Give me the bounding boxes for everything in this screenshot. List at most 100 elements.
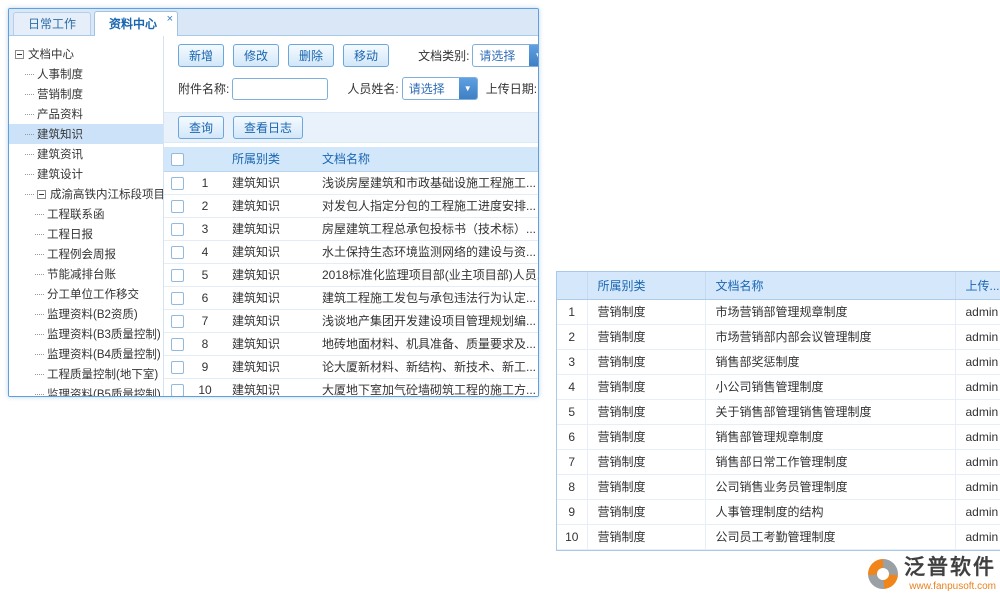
row-checkbox[interactable]: [171, 269, 184, 282]
tree-connector: [25, 94, 34, 95]
row-docname: 对发包人指定分包的工程施工进度安排...: [314, 194, 538, 217]
tree-item[interactable]: 监理资料(B5质量控制): [9, 384, 163, 396]
row-docname: 浅谈地产集团开发建设项目管理规划编...: [314, 309, 538, 332]
row-category: 建筑知识: [220, 171, 314, 194]
tree-item-label: 成渝高铁内江标段项目: [50, 186, 163, 202]
tree-item[interactable]: 建筑设计: [9, 164, 163, 184]
tree-item-label: 监理资料(B2资质): [47, 306, 138, 322]
table-row: 9营销制度人事管理制度的结构admin: [557, 499, 1000, 524]
tree-item-label: 文档中心: [28, 46, 74, 62]
row-checkbox[interactable]: [171, 315, 184, 328]
row-number: 4: [557, 374, 587, 399]
modify-button[interactable]: 修改: [233, 44, 279, 67]
row-docname: 关于销售部管理销售管理制度: [705, 399, 955, 424]
tree-connector: [35, 214, 44, 215]
attachment-name-input[interactable]: [232, 78, 328, 100]
checkbox-cell: [164, 332, 190, 355]
delete-button[interactable]: 删除: [288, 44, 334, 67]
category-header: 所属别类: [220, 147, 314, 171]
doc-category-label: 文档类别:: [418, 47, 469, 64]
tree-item[interactable]: 成渝高铁内江标段项目: [9, 184, 163, 204]
tree-item[interactable]: 监理资料(B2资质): [9, 304, 163, 324]
row-category: 营销制度: [587, 524, 705, 549]
num-header: [557, 272, 587, 299]
row-docname: 公司销售业务员管理制度: [705, 474, 955, 499]
doc-category-value: 请选择: [473, 47, 515, 64]
tree-item[interactable]: 工程例会周报: [9, 244, 163, 264]
table-row: 8建筑知识地砖地面材料、机具准备、质量要求及...: [164, 332, 538, 355]
num-header: [190, 147, 220, 171]
tree-item-label: 建筑设计: [37, 166, 83, 182]
row-checkbox[interactable]: [171, 223, 184, 236]
table-row: 4营销制度小公司销售管理制度admin: [557, 374, 1000, 399]
row-checkbox[interactable]: [171, 338, 184, 351]
table-row: 8营销制度公司销售业务员管理制度admin: [557, 474, 1000, 499]
data-center-window: 日常工作 资料中心 × 文档中心人事制度营销制度产品资料建筑知识建筑资讯建筑设计…: [8, 8, 539, 397]
tree-item[interactable]: 工程日报: [9, 224, 163, 244]
tab-bar: 日常工作 资料中心 ×: [9, 9, 538, 36]
tree-connector: [35, 394, 44, 395]
row-category: 建筑知识: [220, 263, 314, 286]
doc-category-select[interactable]: 请选择 ▼: [472, 44, 538, 67]
row-checkbox[interactable]: [171, 177, 184, 190]
row-docname: 人事管理制度的结构: [705, 499, 955, 524]
row-category: 营销制度: [587, 474, 705, 499]
select-all-checkbox[interactable]: [171, 153, 184, 166]
row-checkbox[interactable]: [171, 292, 184, 305]
tree-item-label: 监理资料(B3质量控制): [47, 326, 161, 342]
tab-data-center[interactable]: 资料中心 ×: [94, 11, 178, 36]
tree-item[interactable]: 文档中心: [9, 44, 163, 64]
row-number: 6: [190, 286, 220, 309]
row-checkbox[interactable]: [171, 246, 184, 259]
tree-item[interactable]: 监理资料(B4质量控制): [9, 344, 163, 364]
row-number: 2: [557, 324, 587, 349]
table-row: 1营销制度市场营销部管理规章制度admin: [557, 299, 1000, 324]
row-number: 8: [190, 332, 220, 355]
row-number: 2: [190, 194, 220, 217]
tree-item[interactable]: 工程质量控制(地下室): [9, 364, 163, 384]
row-uploader: admin: [955, 499, 1000, 524]
checkbox-cell: [164, 309, 190, 332]
tab-daily-work[interactable]: 日常工作: [13, 12, 91, 35]
row-number: 1: [190, 171, 220, 194]
tree-item-label: 监理资料(B4质量控制): [47, 346, 161, 362]
tree-item[interactable]: 分工单位工作移交: [9, 284, 163, 304]
row-docname: 2018标准化监理项目部(业主项目部)人员...: [314, 263, 538, 286]
tree-item[interactable]: 产品资料: [9, 104, 163, 124]
tree-item-label: 建筑资讯: [37, 146, 83, 162]
row-checkbox[interactable]: [171, 200, 184, 213]
query-button[interactable]: 查询: [178, 116, 224, 139]
tree-connector: [35, 374, 44, 375]
row-uploader: admin: [955, 399, 1000, 424]
row-number: 10: [557, 524, 587, 549]
tree-item[interactable]: 建筑资讯: [9, 144, 163, 164]
checkbox-cell: [164, 217, 190, 240]
tree-connector: [35, 354, 44, 355]
add-button[interactable]: 新增: [178, 44, 224, 67]
tree-item[interactable]: 工程联系函: [9, 204, 163, 224]
row-checkbox[interactable]: [171, 361, 184, 374]
docname-header: 文档名称: [314, 147, 538, 171]
tree-item[interactable]: 建筑知识: [9, 124, 163, 144]
person-name-select[interactable]: 请选择 ▼: [402, 77, 478, 100]
checkbox-cell: [164, 171, 190, 194]
tree-item[interactable]: 监理资料(B3质量控制): [9, 324, 163, 344]
collapse-icon[interactable]: [15, 50, 24, 59]
tree-item[interactable]: 营销制度: [9, 84, 163, 104]
row-docname: 销售部管理规章制度: [705, 424, 955, 449]
collapse-icon[interactable]: [37, 190, 46, 199]
tree-item-label: 产品资料: [37, 106, 83, 122]
move-button[interactable]: 移动: [343, 44, 389, 67]
tree-connector: [35, 334, 44, 335]
row-category: 建筑知识: [220, 332, 314, 355]
footer-brand: 泛普软件 www.fanpusoft.com: [868, 556, 996, 592]
row-number: 1: [557, 299, 587, 324]
close-icon[interactable]: ×: [167, 12, 173, 26]
row-docname: 公司员工考勤管理制度: [705, 524, 955, 549]
row-number: 3: [190, 217, 220, 240]
tree-item[interactable]: 节能减排台账: [9, 264, 163, 284]
tree-item[interactable]: 人事制度: [9, 64, 163, 84]
row-checkbox[interactable]: [171, 384, 184, 396]
view-log-button[interactable]: 查看日志: [233, 116, 303, 139]
table-row: 5建筑知识2018标准化监理项目部(业主项目部)人员...: [164, 263, 538, 286]
